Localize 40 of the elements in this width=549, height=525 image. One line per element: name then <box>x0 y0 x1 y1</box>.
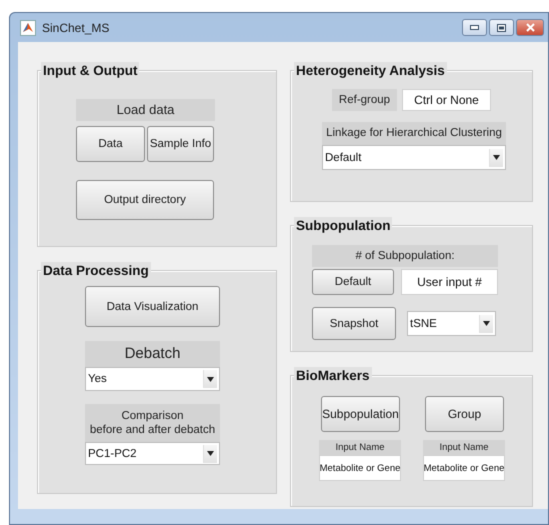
dropdown[interactable]: Default <box>322 145 506 170</box>
comparison-label: Comparison before and after debatch <box>85 404 220 442</box>
maximize-button[interactable] <box>489 19 514 36</box>
caret-icon <box>207 451 214 456</box>
panel-title: Heterogeneity Analysis <box>294 62 447 79</box>
subpopulation-count-label: # of Subpopulation: <box>312 245 498 267</box>
ref-group-label: Ref-group <box>332 89 397 111</box>
close-icon <box>526 23 534 32</box>
debatch-label: Debatch <box>85 341 220 367</box>
dropdown[interactable]: Yes <box>85 367 220 391</box>
caret-icon <box>483 321 490 326</box>
minimize-button[interactable] <box>462 19 487 36</box>
panel-title: Data Processing <box>41 262 151 279</box>
biomarker-name-field[interactable]: Metabolite or Gene <box>423 455 505 481</box>
biomarker-name-field[interactable]: Metabolite or Gene <box>319 455 401 481</box>
default-button[interactable]: Default <box>312 269 394 295</box>
ref-group-field[interactable]: Ctrl or None <box>402 89 491 111</box>
app-icon <box>20 20 36 36</box>
caret-icon <box>207 376 214 382</box>
input-name-label: Input Name <box>319 440 401 455</box>
input-name-label: Input Name <box>423 440 505 455</box>
snapshot-button[interactable]: Snapshot <box>312 307 396 340</box>
close-button[interactable] <box>516 19 544 36</box>
data-visualization-button[interactable]: Data Visualization <box>85 286 220 327</box>
linkage-label: Linkage for Hierarchical Clustering <box>322 122 506 145</box>
caret-icon <box>493 155 500 160</box>
biomarker-button[interactable]: Subpopulation <box>321 396 400 432</box>
maximize-icon <box>497 24 506 32</box>
panel-title: Input & Output <box>41 62 140 79</box>
minimize-icon <box>470 25 479 30</box>
panel-title: Subpopulation <box>294 217 392 234</box>
biomarker-button[interactable]: Group <box>425 396 504 432</box>
load-button[interactable]: Sample Info <box>147 126 214 162</box>
dropdown[interactable]: PC1-PC2 <box>85 442 220 465</box>
load-button[interactable]: Data <box>76 126 145 162</box>
dropdown[interactable]: tSNE <box>407 311 496 336</box>
subpopulation-count-field[interactable]: User input # <box>401 269 498 295</box>
load-data-label: Load data <box>76 99 215 121</box>
output-directory-button[interactable]: Output directory <box>76 180 214 220</box>
window-title: SinChet_MS <box>42 20 110 34</box>
